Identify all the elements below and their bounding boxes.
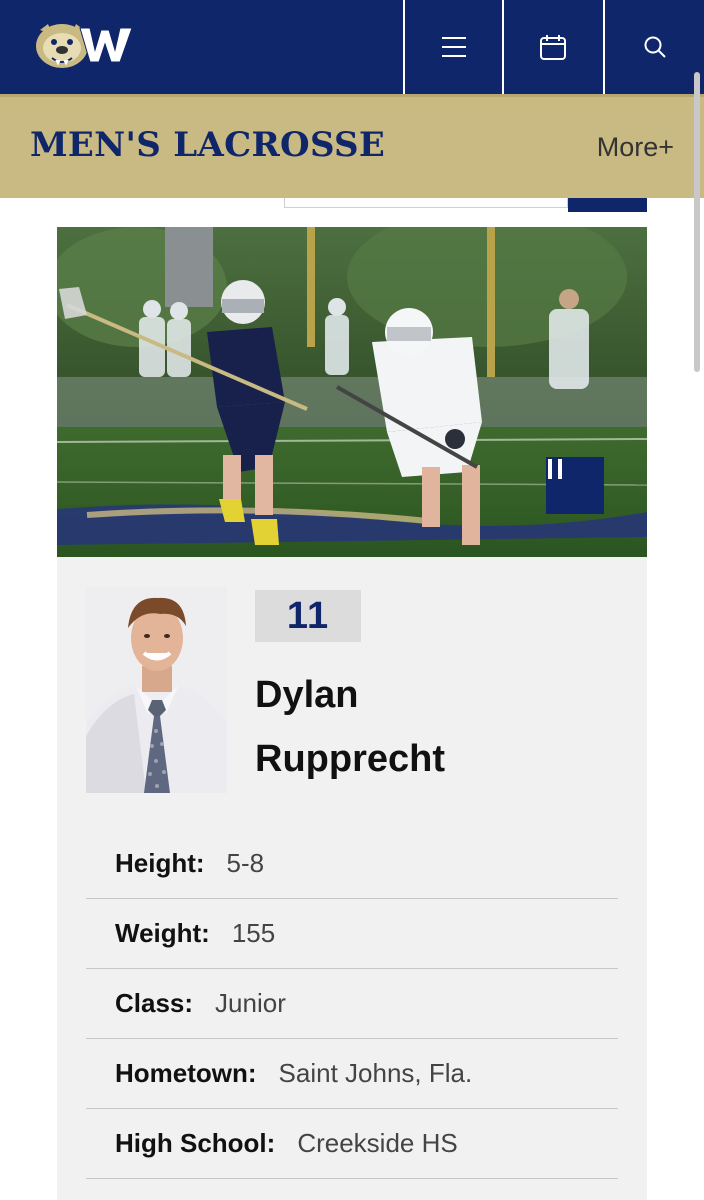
player-last-name: Rupprecht xyxy=(255,738,445,780)
detail-label: Class: xyxy=(115,988,194,1018)
detail-row-class: Class: Junior xyxy=(86,969,618,1039)
player-name: Dylan Rupprecht xyxy=(255,663,445,791)
more-menu-link[interactable]: More+ xyxy=(597,132,674,163)
sport-header-bar: MEN'S LACROSSE More+ xyxy=(0,94,704,198)
detail-value: Creekside HS xyxy=(297,1128,458,1158)
detail-value: 155 xyxy=(231,918,276,948)
player-details-list: Height: 5-8 Weight: 155 Class: Junior Ho… xyxy=(86,829,618,1179)
detail-label: Hometown: xyxy=(115,1058,257,1088)
detail-label: Weight: xyxy=(115,918,210,948)
calendar-icon xyxy=(539,33,567,61)
player-headshot xyxy=(86,586,227,793)
detail-row-high-school: High School: Creekside HS xyxy=(86,1109,618,1179)
top-nav-bar xyxy=(0,0,704,94)
calendar-button[interactable] xyxy=(502,0,601,94)
jersey-number: 11 xyxy=(255,590,361,642)
roster-select[interactable] xyxy=(284,198,568,208)
menu-button[interactable] xyxy=(403,0,502,94)
hamburger-menu-icon xyxy=(441,35,467,59)
detail-row-weight: Weight: 155 xyxy=(86,899,618,969)
roster-go-button[interactable] xyxy=(568,198,647,212)
detail-label: Height: xyxy=(115,848,205,878)
slideshow-pause-button[interactable] xyxy=(546,457,604,514)
search-button[interactable] xyxy=(603,0,704,94)
detail-row-height: Height: 5-8 xyxy=(86,829,618,899)
player-action-photo xyxy=(57,227,647,557)
detail-value: 5-8 xyxy=(226,848,265,878)
sport-title[interactable]: MEN'S LACROSSE xyxy=(30,125,385,165)
detail-value: Junior xyxy=(215,988,286,1018)
detail-label: High School: xyxy=(115,1128,276,1158)
player-first-name: Dylan xyxy=(255,674,359,716)
page-scrollbar[interactable] xyxy=(694,72,700,372)
player-bio-card: 11 Dylan Rupprecht Height: 5-8 Weight: 1… xyxy=(57,557,647,1200)
bulldog-logo[interactable] xyxy=(32,16,136,72)
detail-value: Saint Johns, Fla. xyxy=(278,1058,473,1088)
detail-row-hometown: Hometown: Saint Johns, Fla. xyxy=(86,1039,618,1109)
search-icon xyxy=(643,35,667,59)
